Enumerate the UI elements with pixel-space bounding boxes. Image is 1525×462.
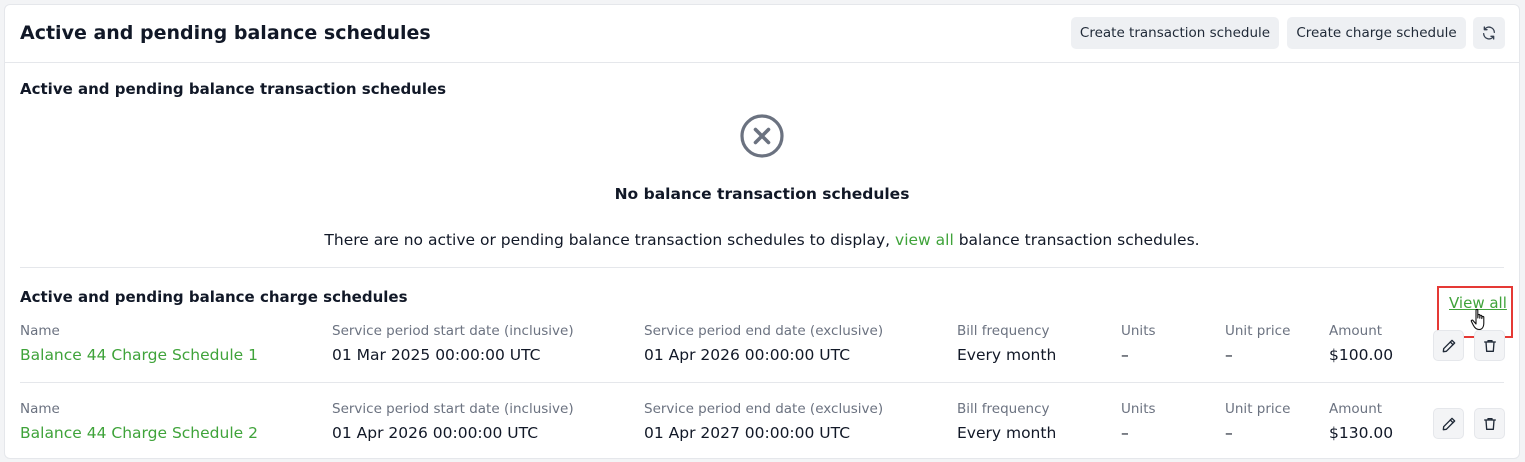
table-row: Name Balance 44 Charge Schedule 1 Servic… xyxy=(5,322,1519,382)
card-header: Active and pending balance schedules Cre… xyxy=(5,5,1519,63)
column-label-units: Units xyxy=(1121,401,1156,417)
units-value: – xyxy=(1121,346,1129,364)
units-value: – xyxy=(1121,424,1129,442)
trash-icon xyxy=(1483,417,1496,430)
charge-section-title: Active and pending balance charge schedu… xyxy=(20,288,408,306)
schedule-name-link[interactable]: Balance 44 Charge Schedule 2 xyxy=(20,423,258,443)
delete-button[interactable] xyxy=(1474,408,1505,439)
amount-value: $100.00 xyxy=(1329,346,1394,364)
delete-button[interactable] xyxy=(1474,330,1505,361)
row-divider xyxy=(20,382,1504,383)
transaction-section-title: Active and pending balance transaction s… xyxy=(20,80,447,98)
column-label-end: Service period end date (exclusive) xyxy=(644,401,884,417)
column-label-frequency: Bill frequency xyxy=(957,401,1050,417)
section-divider xyxy=(20,267,1504,268)
view-all-transactions-link[interactable]: view all xyxy=(895,231,954,249)
schedule-name-link[interactable]: Balance 44 Charge Schedule 1 xyxy=(20,345,258,365)
trash-icon xyxy=(1483,339,1496,352)
pencil-icon xyxy=(1442,417,1455,430)
column-label-end: Service period end date (exclusive) xyxy=(644,323,884,339)
empty-state-title: No balance transaction schedules xyxy=(614,185,910,203)
empty-desc-after: balance transaction schedules. xyxy=(958,231,1200,249)
page-title: Active and pending balance schedules xyxy=(20,22,431,44)
end-date: 01 Apr 2027 00:00:00 UTC xyxy=(644,424,851,442)
bill-frequency: Every month xyxy=(957,424,1057,442)
amount-value: $130.00 xyxy=(1329,424,1394,442)
empty-state-description: There are no active or pending balance t… xyxy=(5,231,1519,249)
x-circle-icon xyxy=(740,114,784,158)
column-label-unit-price: Unit price xyxy=(1225,401,1291,417)
column-label-name: Name xyxy=(20,323,60,339)
unit-price-value: – xyxy=(1225,346,1233,364)
unit-price-value: – xyxy=(1225,424,1233,442)
bill-frequency: Every month xyxy=(957,346,1057,364)
column-label-name: Name xyxy=(20,401,60,417)
schedules-card: Active and pending balance schedules Cre… xyxy=(4,4,1520,459)
column-label-units: Units xyxy=(1121,323,1156,339)
edit-button[interactable] xyxy=(1433,330,1464,361)
empty-desc-before: There are no active or pending balance t… xyxy=(324,231,891,249)
refresh-icon xyxy=(1483,26,1495,40)
edit-button[interactable] xyxy=(1433,408,1464,439)
column-label-amount: Amount xyxy=(1329,401,1383,417)
table-row: Name Balance 44 Charge Schedule 2 Servic… xyxy=(5,400,1519,460)
column-label-start: Service period start date (inclusive) xyxy=(332,401,574,417)
pencil-icon xyxy=(1442,339,1455,352)
start-date: 01 Mar 2025 00:00:00 UTC xyxy=(332,346,541,364)
hand-cursor-icon xyxy=(1470,308,1485,331)
start-date: 01 Apr 2026 00:00:00 UTC xyxy=(332,424,539,442)
column-label-unit-price: Unit price xyxy=(1225,323,1291,339)
create-transaction-schedule-button[interactable]: Create transaction schedule xyxy=(1071,17,1279,49)
column-label-start: Service period start date (inclusive) xyxy=(332,323,574,339)
refresh-button[interactable] xyxy=(1473,17,1505,49)
column-label-frequency: Bill frequency xyxy=(957,323,1050,339)
create-charge-schedule-button[interactable]: Create charge schedule xyxy=(1287,17,1466,49)
column-label-amount: Amount xyxy=(1329,323,1383,339)
end-date: 01 Apr 2026 00:00:00 UTC xyxy=(644,346,851,364)
